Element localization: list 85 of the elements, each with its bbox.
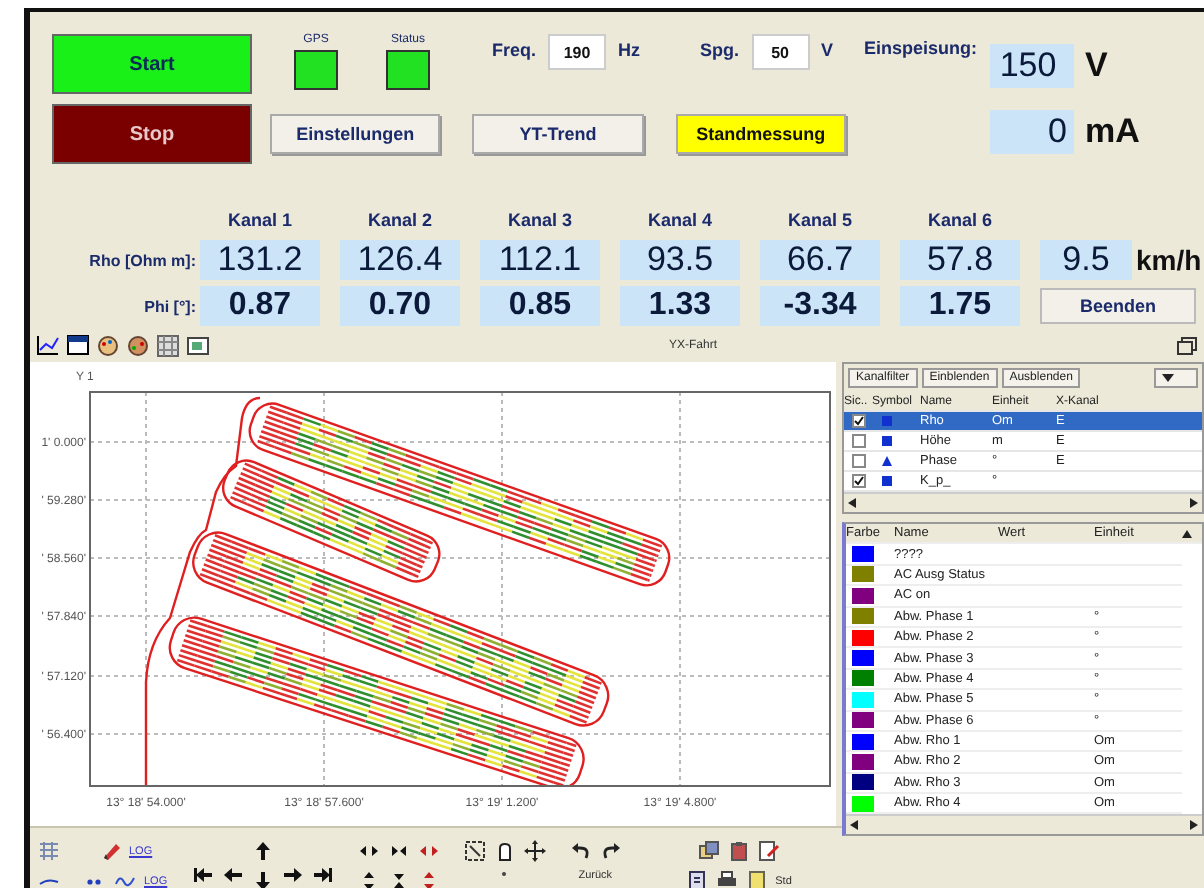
print-icon[interactable] <box>715 870 738 888</box>
chart-icon[interactable] <box>36 333 60 357</box>
reading-value: 57.8 <box>900 240 1020 280</box>
caret-icon <box>1162 374 1174 382</box>
note-icon[interactable] <box>745 870 768 888</box>
checkbox[interactable] <box>852 474 866 488</box>
square-icon <box>882 416 892 426</box>
speed-unit: km/h <box>1136 244 1204 276</box>
reading-value: 1.33 <box>620 286 740 326</box>
left-arrow-icon <box>848 498 856 508</box>
last-icon[interactable] <box>311 863 334 885</box>
toolbar-button[interactable]: Standmessung <box>675 114 846 154</box>
reading-value: 112.1 <box>480 240 600 280</box>
unit-label: mA <box>1085 112 1140 153</box>
row-label: Rho [Ohm m]: <box>87 251 196 269</box>
channel-header: Kanal 4 <box>645 210 714 230</box>
left-arrow-icon <box>850 820 858 831</box>
scrollbar[interactable] <box>846 814 1202 835</box>
undo-icon[interactable] <box>569 840 592 862</box>
reading-value: 93.5 <box>620 240 740 280</box>
channel-header: Kanal 2 <box>365 210 434 230</box>
reading-value: 0.85 <box>480 286 600 326</box>
grid-icon[interactable] <box>156 333 180 357</box>
unit-label: Hz <box>618 38 641 60</box>
square-icon <box>882 436 892 446</box>
field-label: Spg. <box>700 38 740 60</box>
reading-value: 66.7 <box>760 240 880 280</box>
palette-icon[interactable] <box>96 333 120 357</box>
select-box-icon[interactable] <box>463 840 486 862</box>
up-arrow-icon[interactable] <box>251 840 274 862</box>
speed-value: 9.5 <box>1040 240 1132 280</box>
number-field[interactable]: 50 <box>751 34 810 70</box>
voltage-value: 150 <box>989 43 1074 88</box>
right-arrow-icon[interactable] <box>281 863 304 885</box>
first-icon[interactable] <box>191 863 214 885</box>
expand-icon[interactable] <box>357 840 380 862</box>
checkbox[interactable] <box>852 434 866 448</box>
reading-value: 0.70 <box>340 286 460 326</box>
feed-label: Einspeisung: <box>864 36 978 58</box>
palette-icon[interactable] <box>126 333 150 357</box>
number-field[interactable]: 190 <box>548 34 607 70</box>
copy-icon[interactable] <box>697 840 720 862</box>
edit-icon[interactable] <box>757 840 780 862</box>
reading-value: -3.34 <box>760 286 880 326</box>
field-label: Freq. <box>492 38 537 60</box>
clipboard-icon[interactable] <box>727 840 750 862</box>
unit-label: V <box>1085 45 1110 86</box>
shrink-icon[interactable] <box>387 840 410 862</box>
document-icon[interactable] <box>685 870 708 888</box>
toolbar-button[interactable]: YT-Trend <box>472 114 644 154</box>
window-icon[interactable] <box>66 333 90 357</box>
redo-icon[interactable] <box>599 840 622 862</box>
move-icon[interactable] <box>523 840 546 862</box>
pencil-icon[interactable] <box>99 840 121 862</box>
down-arrow-icon[interactable] <box>251 870 274 888</box>
reading-value: 0.87 <box>200 286 320 326</box>
square-icon <box>882 476 892 486</box>
channel-header: Kanal 6 <box>925 210 994 230</box>
current-value: 0 <box>989 110 1074 155</box>
scrollbar[interactable] <box>844 492 1202 512</box>
channel-header: Kanal 3 <box>505 210 574 230</box>
checkbox[interactable] <box>852 454 866 468</box>
right-arrow-icon <box>1190 498 1198 508</box>
restore-icon[interactable] <box>1176 335 1198 355</box>
check-icon <box>854 476 864 486</box>
check-icon <box>854 416 864 426</box>
reading-value: 1.75 <box>900 286 1020 326</box>
image-icon[interactable] <box>186 333 210 357</box>
start-button[interactable]: Start <box>52 34 252 94</box>
quit-button[interactable]: Beenden <box>1040 288 1196 324</box>
grid-icon[interactable] <box>38 840 60 862</box>
checkbox[interactable] <box>852 414 866 428</box>
reading-value: 126.4 <box>340 240 460 280</box>
right-arrow-icon <box>1190 820 1198 831</box>
reading-value: 131.2 <box>200 240 320 280</box>
row-label: Phi [°]: <box>142 297 196 315</box>
unit-label: V <box>821 38 834 60</box>
left-arrow-icon[interactable] <box>221 863 244 885</box>
triangle-icon <box>882 456 892 466</box>
stop-button[interactable]: Stop <box>52 104 252 164</box>
toolbar-button[interactable]: Einstellungen <box>270 114 441 154</box>
dropdown-button[interactable] <box>1154 368 1198 388</box>
channel-header: Kanal 5 <box>785 210 854 230</box>
up-arrow-icon[interactable] <box>1182 529 1192 538</box>
channel-header: Kanal 1 <box>225 210 294 230</box>
